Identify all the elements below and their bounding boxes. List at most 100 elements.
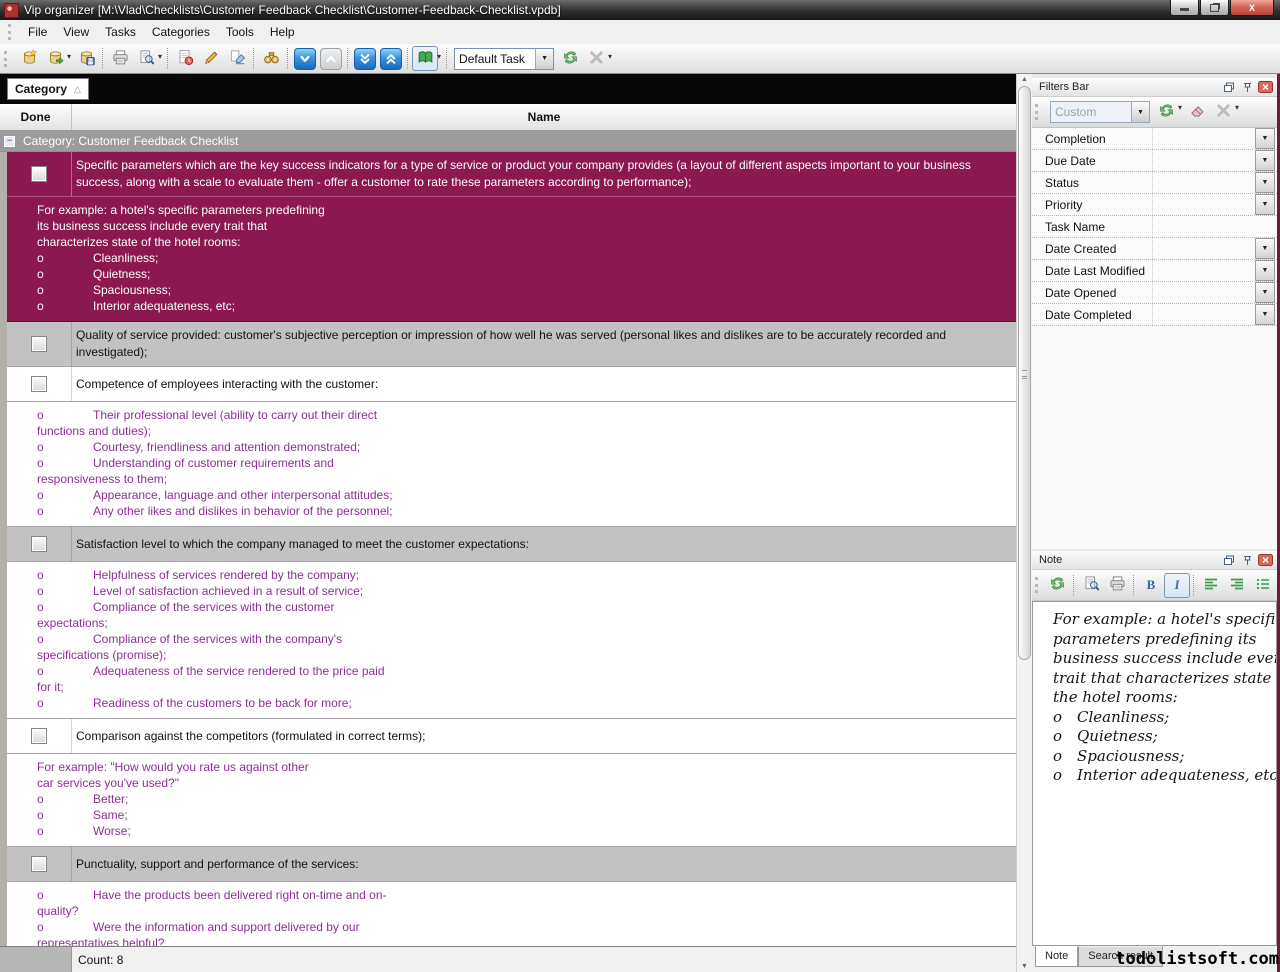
dropdown-caret[interactable]: ▾	[1178, 103, 1182, 112]
move-down-button[interactable]	[292, 46, 318, 71]
menu-tools[interactable]: Tools	[218, 22, 262, 42]
panel-restore-icon[interactable]	[1221, 81, 1238, 94]
toolbar-overflow-caret[interactable]: ▾	[1235, 103, 1239, 112]
note-print-preview-button[interactable]	[1078, 573, 1104, 598]
vertical-scrollbar[interactable]: ▲ ▼	[1016, 74, 1032, 972]
task-row[interactable]: Specific parameters which are the key su…	[7, 152, 1016, 197]
clear-filter-button[interactable]	[1184, 100, 1210, 125]
menu-categories[interactable]: Categories	[144, 22, 218, 42]
panel-restore-icon[interactable]	[1221, 554, 1238, 567]
task-row[interactable]: Comparison against the competitors (form…	[7, 719, 1016, 754]
filter-value-cell[interactable]	[1152, 194, 1255, 215]
dropdown-caret[interactable]: ▾	[158, 52, 162, 61]
menu-tasks[interactable]: Tasks	[97, 22, 144, 42]
column-header-done[interactable]: Done	[0, 104, 72, 130]
chevron-down-icon[interactable]: ▼	[1131, 102, 1149, 122]
clear-template-button[interactable]	[583, 46, 609, 71]
note-editor[interactable]: For example: a hotel's specificparameter…	[1032, 601, 1277, 946]
chevron-down-icon[interactable]: ▼	[535, 49, 553, 69]
bold-button[interactable]: B	[1138, 573, 1164, 598]
filter-dropdown-button[interactable]: ▼	[1255, 260, 1275, 281]
task-row[interactable]: Satisfaction level to which the company …	[7, 527, 1016, 562]
task-note[interactable]: oHelpfulness of services rendered by the…	[7, 562, 1016, 719]
task-checkbox[interactable]	[31, 376, 47, 392]
apply-filter-button[interactable]	[1153, 100, 1179, 125]
note-line-text: Courtesy, friendliness and attention dem…	[93, 439, 360, 455]
bullet-list-button[interactable]	[1250, 573, 1276, 598]
minimize-button[interactable]	[1170, 0, 1199, 16]
filter-value-cell[interactable]	[1152, 150, 1255, 171]
delete-filter-button[interactable]	[1210, 100, 1236, 125]
dropdown-caret[interactable]: ▾	[67, 52, 71, 61]
task-note[interactable]: oHave the products been delivered right …	[7, 882, 1016, 946]
filter-dropdown-button[interactable]: ▼	[1255, 282, 1275, 303]
filter-dropdown-button[interactable]: ▼	[1255, 194, 1275, 215]
task-note[interactable]: oTheir professional level (ability to ca…	[7, 402, 1016, 527]
task-note[interactable]: For example: a hotel's specific paramete…	[7, 197, 1016, 322]
panel-pin-icon[interactable]	[1239, 554, 1256, 567]
filter-preset-combo[interactable]: Custom▼	[1050, 101, 1150, 123]
task-checkbox[interactable]	[31, 166, 47, 182]
scroll-down-icon[interactable]: ▼	[1017, 963, 1032, 970]
refresh-note-button[interactable]	[1044, 573, 1070, 598]
new-task-button[interactable]	[172, 46, 198, 71]
filter-dropdown-button[interactable]: ▼	[1255, 238, 1275, 259]
column-header-name[interactable]: Name	[72, 104, 1016, 130]
task-row[interactable]: Quality of service provided: customer's …	[7, 322, 1016, 367]
align-right-button[interactable]	[1224, 573, 1250, 598]
note-print-button[interactable]	[1104, 573, 1130, 598]
open-database-button[interactable]	[42, 46, 68, 71]
task-checkbox[interactable]	[31, 856, 47, 872]
panel-close-icon[interactable]	[1257, 554, 1274, 567]
scroll-up-icon[interactable]: ▲	[1017, 76, 1032, 83]
task-row[interactable]: Punctuality, support and performance of …	[7, 847, 1016, 882]
task-checkbox[interactable]	[31, 536, 47, 552]
task-template-combo[interactable]: Default Task▼	[454, 48, 554, 70]
menu-file[interactable]: File	[20, 22, 55, 42]
delete-task-button[interactable]	[224, 46, 250, 71]
dropdown-caret[interactable]: ▾	[437, 52, 441, 61]
menu-view[interactable]: View	[55, 22, 97, 42]
filter-value-cell[interactable]	[1152, 260, 1255, 281]
task-checkbox[interactable]	[31, 728, 47, 744]
italic-button[interactable]: I	[1164, 573, 1190, 598]
filter-value-cell[interactable]	[1152, 128, 1255, 149]
align-left-button[interactable]	[1198, 573, 1224, 598]
new-database-button[interactable]	[16, 46, 42, 71]
note-line-text: Helpfulness of services rendered by the …	[93, 567, 359, 583]
filter-dropdown-button[interactable]: ▼	[1255, 172, 1275, 193]
notes-view-button[interactable]	[412, 46, 438, 71]
task-row[interactable]: Competence of employees interacting with…	[7, 367, 1016, 402]
filter-value-cell[interactable]	[1152, 172, 1255, 193]
print-preview-button[interactable]	[133, 46, 159, 71]
task-note[interactable]: For example: "How would you rate us agai…	[7, 754, 1016, 847]
filter-dropdown-button[interactable]: ▼	[1255, 304, 1275, 325]
menu-help[interactable]: Help	[262, 22, 303, 42]
group-by-category-button[interactable]: Category △	[7, 78, 89, 100]
panel-close-icon[interactable]	[1257, 81, 1274, 94]
close-button[interactable]: X	[1230, 0, 1274, 16]
edit-task-button[interactable]	[198, 46, 224, 71]
collapse-icon[interactable]: −	[4, 136, 15, 147]
panel-pin-icon[interactable]	[1239, 81, 1256, 94]
filter-value-cell[interactable]	[1152, 282, 1255, 303]
apply-template-button[interactable]	[557, 46, 583, 71]
move-up-button[interactable]	[318, 46, 344, 71]
scrollbar-thumb[interactable]	[1018, 86, 1031, 660]
move-to-bottom-button[interactable]	[352, 46, 378, 71]
filter-dropdown-button[interactable]: ▼	[1255, 128, 1275, 149]
restore-button[interactable]	[1200, 0, 1229, 16]
task-checkbox[interactable]	[31, 336, 47, 352]
filter-value-cell[interactable]	[1152, 216, 1277, 237]
tab-note[interactable]: Note	[1035, 946, 1078, 967]
filter-dropdown-button[interactable]: ▼	[1255, 150, 1275, 171]
save-database-button[interactable]	[73, 46, 99, 71]
print-button[interactable]	[107, 46, 133, 71]
toolbar-overflow-caret[interactable]: ▾	[608, 52, 612, 61]
filter-value-cell[interactable]	[1152, 238, 1255, 259]
filter-value-cell[interactable]	[1152, 304, 1255, 325]
find-button[interactable]	[258, 46, 284, 71]
align-left-icon	[1203, 576, 1219, 595]
move-to-top-button[interactable]	[378, 46, 404, 71]
category-group-row[interactable]: − Category: Customer Feedback Checklist	[0, 131, 1016, 152]
